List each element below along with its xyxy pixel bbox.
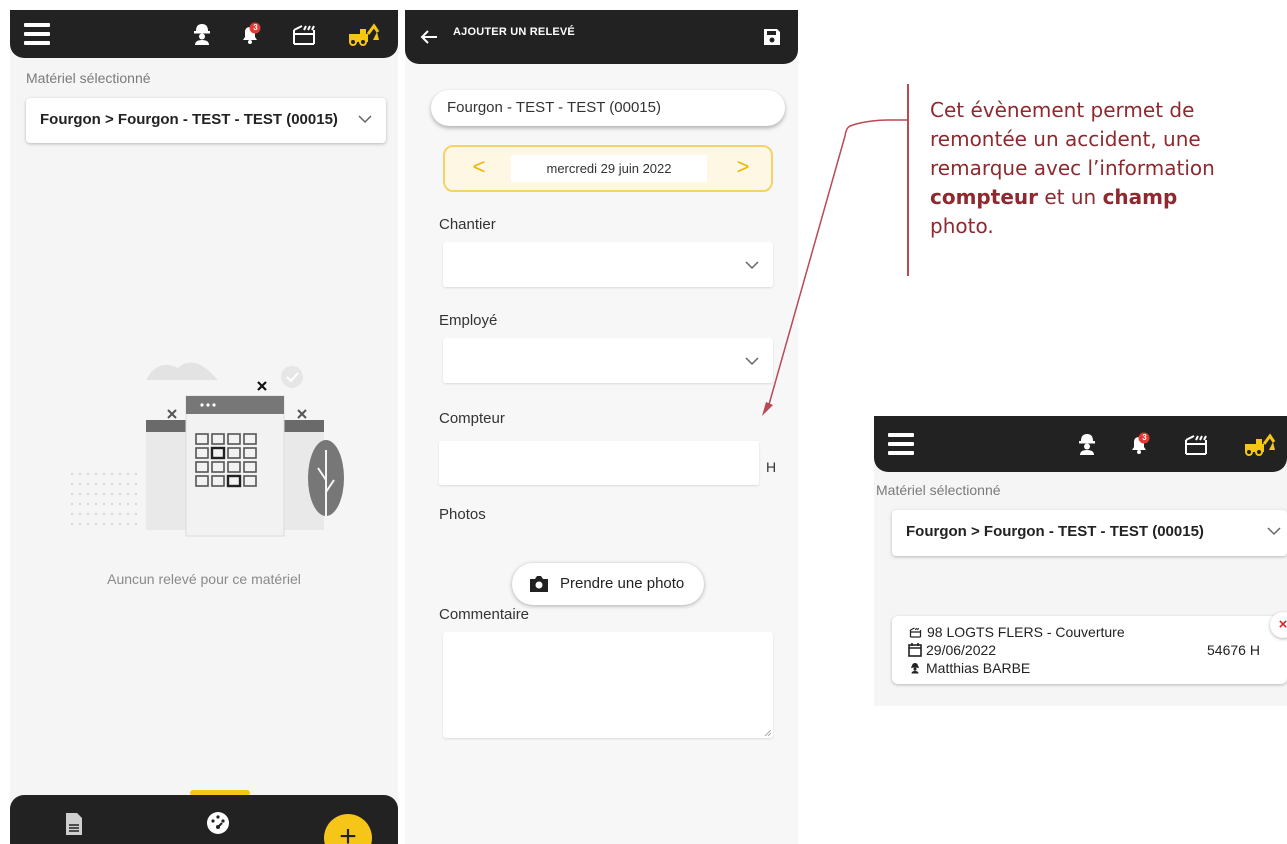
menu-icon[interactable] bbox=[24, 23, 50, 45]
page-title: AJOUTER UN RELEVÉ bbox=[453, 26, 575, 38]
excavator-icon[interactable] bbox=[1242, 430, 1276, 458]
construction-site-icon[interactable] bbox=[290, 20, 318, 48]
card-site: 98 LOGTS FLERS - Couverture bbox=[927, 624, 1125, 640]
gauge-icon[interactable] bbox=[206, 811, 230, 835]
card-site-row: 98 LOGTS FLERS - Couverture bbox=[908, 624, 1125, 640]
annotation-line: Cet évènement permet de bbox=[930, 98, 1195, 122]
bell-icon[interactable]: 3 bbox=[1125, 430, 1153, 458]
worker-icon[interactable] bbox=[1073, 430, 1101, 458]
empty-state-illustration bbox=[68, 350, 358, 550]
calendar-icon bbox=[908, 643, 922, 657]
employe-label: Employé bbox=[439, 312, 498, 329]
take-photo-button[interactable]: Prendre une photo bbox=[512, 563, 704, 605]
equipment-select-value: Fourgon > Fourgon - TEST - TEST (00015) bbox=[906, 523, 1204, 540]
chevron-down-icon bbox=[743, 256, 761, 274]
annotation-arrow bbox=[762, 84, 909, 416]
take-photo-label: Prendre une photo bbox=[560, 575, 685, 592]
annotation-line: photo. bbox=[930, 214, 994, 238]
employe-select[interactable] bbox=[443, 338, 773, 383]
form-header: AJOUTER UN RELEVÉ bbox=[405, 10, 798, 64]
bell-icon[interactable]: 3 bbox=[236, 20, 264, 48]
commentaire-label: Commentaire bbox=[439, 606, 530, 623]
construction-site-icon[interactable] bbox=[1182, 430, 1210, 458]
selected-equipment-label: Matériel sélectionné bbox=[26, 70, 151, 86]
prev-date-button[interactable]: < bbox=[469, 154, 489, 180]
chevron-down-icon bbox=[743, 352, 761, 370]
annotation-text: Cet évènement permet de remontée un acci… bbox=[930, 96, 1287, 241]
equipment-select[interactable]: Fourgon > Fourgon - TEST - TEST (00015) bbox=[892, 510, 1287, 556]
card-employee-row: Matthias BARBE bbox=[908, 660, 1030, 676]
annotation-bold: champ bbox=[1102, 185, 1178, 209]
annotation-text-part: et un bbox=[1037, 185, 1103, 209]
card-date-row: 29/06/2022 bbox=[908, 642, 996, 658]
compteur-unit: H bbox=[766, 459, 777, 475]
card-date: 29/06/2022 bbox=[926, 642, 997, 658]
equipment-pill-value: Fourgon - TEST - TEST (00015) bbox=[447, 99, 661, 116]
empty-state-message: Auncun relevé pour ce matériel bbox=[107, 571, 301, 587]
releve-list-screen: 3 Matériel sélectionné Fourgon > Fourgon… bbox=[10, 10, 398, 844]
document-icon[interactable] bbox=[66, 813, 82, 835]
chantier-select[interactable] bbox=[443, 242, 773, 287]
annotation-line: remontée un accident, une bbox=[930, 127, 1201, 151]
annotation-line: compteur et un champ bbox=[930, 183, 1287, 212]
worker-icon[interactable] bbox=[188, 20, 216, 48]
releve-card[interactable]: 98 LOGTS FLERS - Couverture 29/06/2022 5… bbox=[892, 616, 1287, 684]
chevron-down-icon bbox=[356, 110, 374, 128]
date-value[interactable]: mercredi 29 juin 2022 bbox=[511, 155, 707, 182]
camera-icon bbox=[529, 575, 549, 593]
app-header: 3 bbox=[874, 416, 1287, 472]
back-arrow-icon[interactable] bbox=[419, 29, 439, 45]
compteur-input[interactable] bbox=[439, 441, 759, 485]
commentaire-textarea[interactable] bbox=[443, 632, 773, 738]
notification-badge: 3 bbox=[1142, 433, 1147, 442]
equipment-pill[interactable]: Fourgon - TEST - TEST (00015) bbox=[431, 90, 785, 126]
app-header: 3 bbox=[10, 10, 398, 58]
card-employee: Matthias BARBE bbox=[926, 660, 1031, 676]
chevron-down-icon bbox=[1265, 522, 1283, 540]
annotation-line: remarque avec l’information bbox=[930, 156, 1215, 180]
worker-icon bbox=[911, 663, 919, 674]
card-counter: 54676 H bbox=[1207, 642, 1260, 658]
equipment-select-value: Fourgon > Fourgon - TEST - TEST (00015) bbox=[40, 111, 338, 128]
chantier-label: Chantier bbox=[439, 216, 496, 233]
excavator-icon[interactable] bbox=[346, 20, 380, 48]
menu-icon[interactable] bbox=[888, 433, 914, 455]
annotation-bold: compteur bbox=[930, 185, 1038, 209]
save-icon[interactable] bbox=[763, 28, 781, 46]
add-releve-screen: AJOUTER UN RELEVÉ Fourgon - TEST - TEST … bbox=[405, 10, 798, 844]
selected-equipment-label: Matériel sélectionné bbox=[876, 482, 1001, 498]
photos-label: Photos bbox=[439, 506, 486, 523]
equipment-select[interactable]: Fourgon > Fourgon - TEST - TEST (00015) bbox=[26, 98, 386, 143]
date-picker: < mercredi 29 juin 2022 > bbox=[443, 145, 773, 192]
notification-badge: 3 bbox=[253, 23, 258, 32]
compteur-label: Compteur bbox=[439, 410, 505, 427]
next-date-button[interactable]: > bbox=[733, 154, 753, 180]
construction-site-icon bbox=[909, 627, 922, 638]
releve-list-screen-filled: 3 Matériel sélectionné Fourgon > Fourgon… bbox=[874, 416, 1287, 706]
